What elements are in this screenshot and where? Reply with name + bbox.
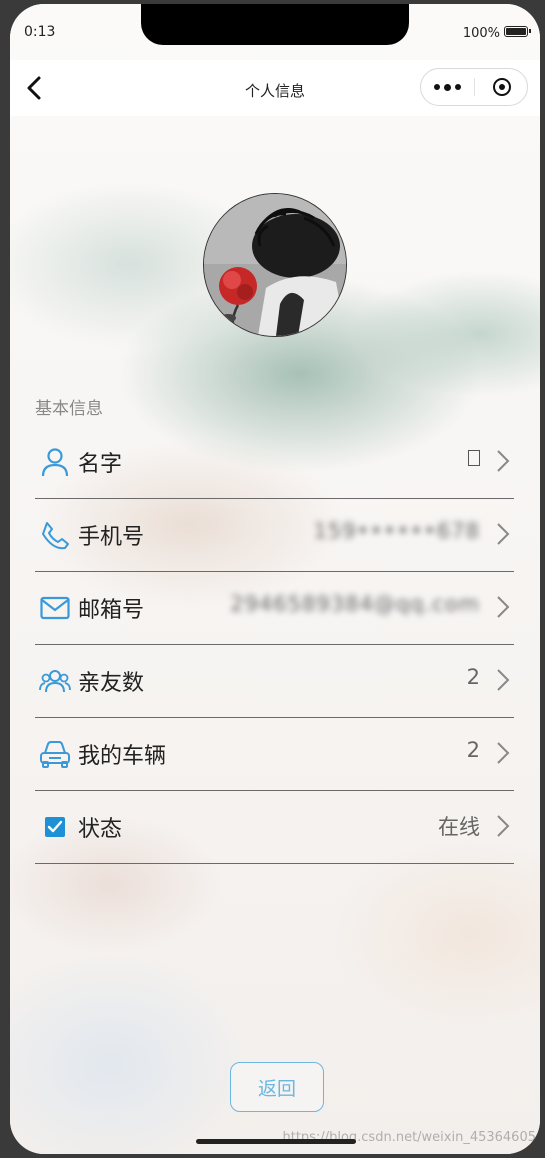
info-list: 名字 手机号 159••••••678 邮箱号 2946589384@qq.co… (35, 426, 514, 864)
chevron-right-icon (497, 523, 510, 545)
row-label: 状态 (78, 817, 123, 842)
chevron-right-icon (497, 450, 510, 472)
target-icon (492, 78, 511, 96)
row-value: 2 (466, 665, 480, 689)
vehicles-row[interactable]: 我的车辆 2 (35, 718, 514, 791)
row-value: 2946589384@qq.com (230, 592, 480, 616)
user-icon (39, 446, 71, 478)
battery-percent: 100% (462, 26, 500, 41)
mail-icon (39, 592, 71, 624)
phone-row[interactable]: 手机号 159••••••678 (35, 499, 514, 572)
status-row[interactable]: 状态 在线 (35, 791, 514, 864)
notch (141, 4, 409, 45)
checkbox-icon (39, 811, 71, 843)
more-dots-icon (434, 84, 440, 90)
row-value (468, 446, 480, 470)
battery-icon (504, 26, 531, 37)
chevron-right-icon (497, 669, 510, 691)
home-indicator (196, 1139, 356, 1144)
avatar[interactable] (203, 193, 347, 337)
avatar-image (204, 194, 346, 336)
row-value: 159••••••678 (313, 519, 480, 543)
more-dot (455, 84, 461, 90)
row-label: 亲友数 (78, 671, 145, 696)
name-row[interactable]: 名字 (35, 426, 514, 499)
row-label: 名字 (78, 452, 123, 477)
nav-bar: 个人信息 (10, 60, 540, 116)
row-label: 邮箱号 (78, 598, 145, 623)
mini-program-capsule (420, 68, 528, 106)
chevron-right-icon (497, 596, 510, 618)
row-label: 我的车辆 (78, 744, 167, 769)
phone-icon (39, 519, 71, 551)
chevron-right-icon (497, 742, 510, 764)
row-value: 在线 (438, 815, 480, 839)
status-bar: 0:13 100% (10, 4, 540, 60)
more-dot (444, 83, 451, 91)
close-program-button[interactable] (475, 69, 528, 105)
row-label: 手机号 (78, 525, 145, 550)
missing-glyph-icon (468, 450, 480, 466)
car-icon (39, 738, 71, 770)
chevron-right-icon (497, 815, 510, 837)
return-button[interactable]: 返回 (230, 1062, 324, 1112)
status-time: 0:13 (24, 24, 56, 40)
email-row[interactable]: 邮箱号 2946589384@qq.com (35, 572, 514, 645)
friends-icon (39, 665, 71, 697)
more-button[interactable] (421, 69, 474, 105)
row-value: 2 (466, 738, 480, 762)
friends-row[interactable]: 亲友数 2 (35, 645, 514, 718)
section-title: 基本信息 (35, 399, 103, 419)
phone-screen: 0:13 100% 个人信息 基本信息 名字 手机号 159••••••678 … (10, 4, 540, 1154)
